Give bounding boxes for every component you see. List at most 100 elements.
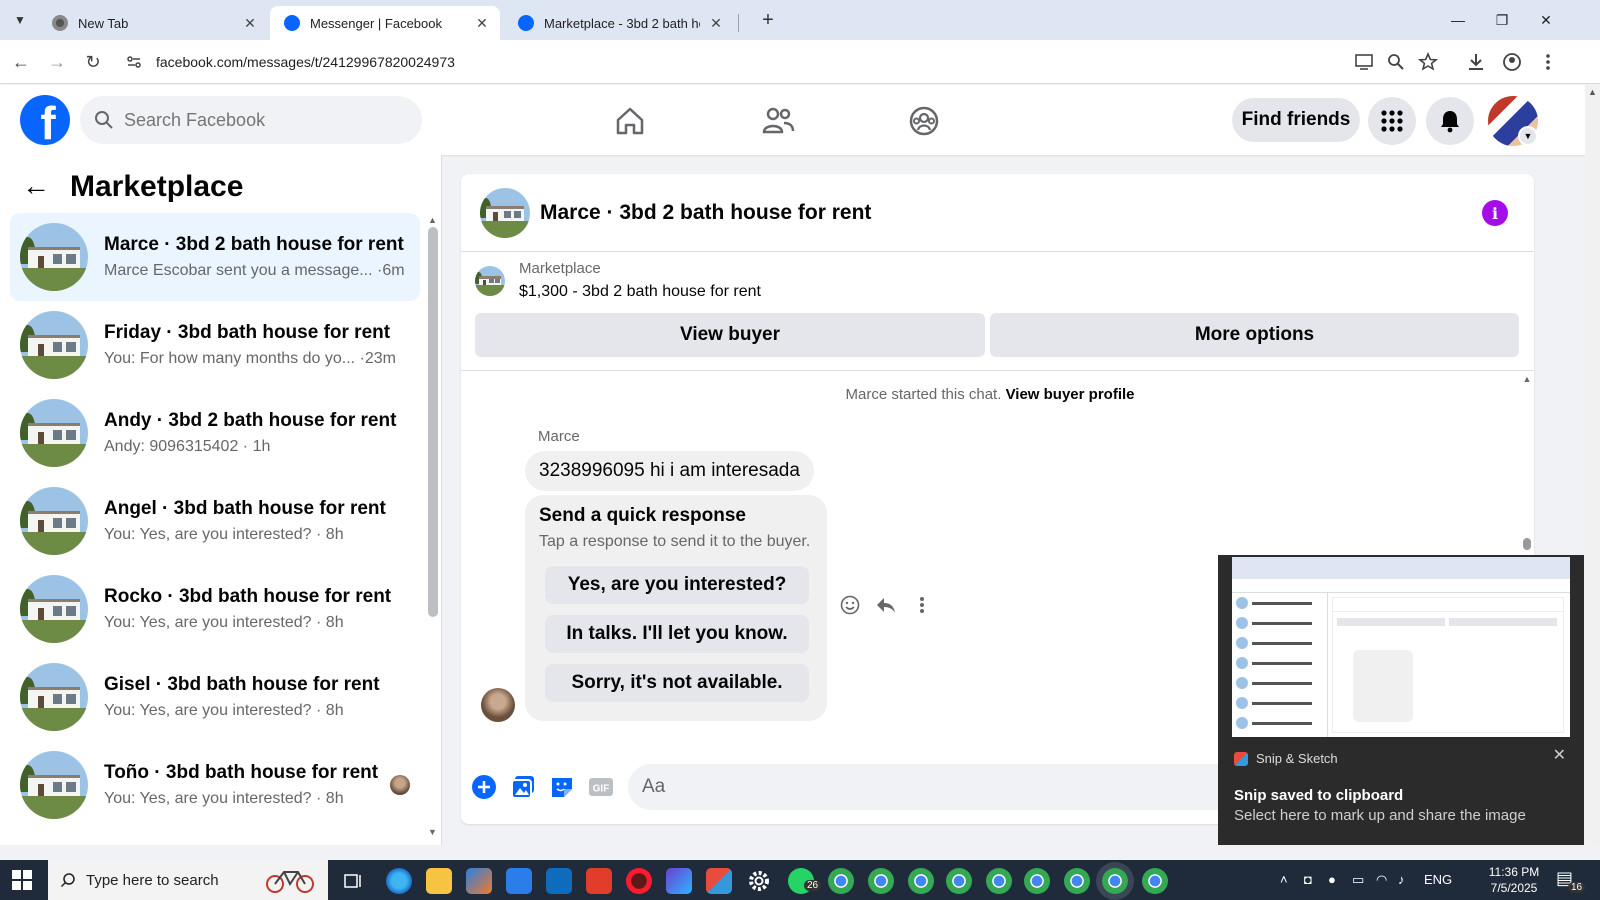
outlook-icon[interactable] xyxy=(546,868,572,894)
reload-icon[interactable]: ↻ xyxy=(80,50,106,76)
tab-search-chevron-icon[interactable]: ▼ xyxy=(8,8,32,32)
quick-response-button[interactable]: In talks. I'll let you know. xyxy=(545,615,809,653)
windows-start-icon[interactable] xyxy=(12,870,32,890)
network-activity-icon[interactable]: ● xyxy=(1328,872,1336,887)
gif-icon[interactable]: GIF xyxy=(588,774,614,800)
edge-icon[interactable] xyxy=(386,868,412,894)
chrome-icon[interactable] xyxy=(1024,868,1050,894)
chat-title[interactable]: Marce · 3bd 2 bath house for rent xyxy=(540,201,871,225)
clock[interactable]: 11:36 PM 7/5/2025 xyxy=(1476,864,1552,896)
battery-icon[interactable]: ▭ xyxy=(1352,872,1364,888)
snip-preview-image[interactable] xyxy=(1232,557,1570,737)
reply-icon[interactable] xyxy=(875,594,897,616)
menu-kebab-icon[interactable] xyxy=(1538,52,1560,74)
photo-gallery-icon[interactable] xyxy=(510,774,536,800)
zoom-icon[interactable] xyxy=(1386,52,1408,74)
download-icon[interactable] xyxy=(1466,52,1488,74)
add-plus-icon[interactable] xyxy=(471,774,497,800)
search-input[interactable] xyxy=(124,109,404,131)
profile-icon[interactable] xyxy=(1502,52,1524,74)
chrome-icon[interactable] xyxy=(1102,868,1128,894)
notifications-bell-icon[interactable] xyxy=(1426,97,1474,145)
chrome-icon[interactable] xyxy=(946,868,972,894)
volume-icon[interactable]: ♪ xyxy=(1398,872,1405,887)
chrome-icon[interactable] xyxy=(868,868,894,894)
scroll-up-arrow-icon[interactable]: ▲ xyxy=(1520,374,1534,384)
task-view-icon[interactable] xyxy=(340,868,366,894)
sender-avatar[interactable] xyxy=(481,688,515,722)
meet-now-icon[interactable]: ◘ xyxy=(1304,872,1312,887)
quick-response-button[interactable]: Yes, are you interested? xyxy=(545,566,809,604)
quick-response-button[interactable]: Sorry, it's not available. xyxy=(545,664,809,702)
chevron-down-icon[interactable]: ▼ xyxy=(1518,126,1538,146)
opera-icon[interactable] xyxy=(626,868,652,894)
friends-icon[interactable] xyxy=(756,99,800,143)
photos-icon[interactable] xyxy=(666,868,692,894)
scroll-thumb[interactable] xyxy=(1523,538,1531,550)
forward-icon[interactable]: → xyxy=(44,50,70,76)
scroll-up-arrow-icon[interactable]: ▲ xyxy=(1585,87,1600,97)
back-arrow-icon[interactable]: ← xyxy=(22,169,58,205)
close-tab-icon[interactable]: ✕ xyxy=(708,15,724,32)
sidebar-scrollbar[interactable] xyxy=(428,227,438,617)
menu-grid-icon[interactable] xyxy=(1368,97,1416,145)
chrome-icon[interactable] xyxy=(908,868,934,894)
settings-gear-icon[interactable] xyxy=(746,868,772,894)
copilot-icon[interactable] xyxy=(466,868,492,894)
wifi-icon[interactable]: ◠ xyxy=(1376,872,1387,888)
close-tab-icon[interactable]: ✕ xyxy=(474,15,490,32)
snip-notification[interactable]: Snip & Sketch ✕ Snip saved to clipboard … xyxy=(1218,555,1584,845)
more-vertical-icon[interactable] xyxy=(911,594,933,616)
conversation-item[interactable]: Gisel · 3bd bath house for rent You: Yes,… xyxy=(10,653,420,741)
chrome-icon[interactable] xyxy=(828,868,854,894)
tab-messenger[interactable]: Messenger | Facebook ✕ xyxy=(270,6,500,40)
tab-marketplace[interactable]: Marketplace - 3bd 2 bath hous ✕ xyxy=(504,6,734,40)
conversation-item[interactable]: Marce · 3bd 2 bath house for rent Marce E… xyxy=(10,213,420,301)
language-indicator[interactable]: ENG xyxy=(1424,872,1452,887)
bicycle-icon xyxy=(264,866,316,894)
minimize-button[interactable]: — xyxy=(1436,6,1480,34)
conversation-item[interactable]: Friday · 3bd bath house for rent You: For… xyxy=(10,301,420,389)
conversation-item[interactable]: Andy · 3bd 2 bath house for rent Andy: 90… xyxy=(10,389,420,477)
facebook-logo-icon[interactable]: f xyxy=(20,95,70,145)
back-icon[interactable]: ← xyxy=(8,50,34,76)
scroll-down-arrow-icon[interactable]: ▼ xyxy=(428,827,437,837)
info-icon[interactable]: i xyxy=(1482,200,1508,226)
page-scrollbar[interactable]: ▲ xyxy=(1585,85,1600,845)
chrome-icon[interactable] xyxy=(1142,868,1168,894)
conversation-item[interactable]: Angel · 3bd bath house for rent You: Yes,… xyxy=(10,477,420,565)
scroll-up-arrow-icon[interactable]: ▲ xyxy=(428,215,437,225)
search-bar[interactable] xyxy=(80,96,422,144)
groups-icon[interactable] xyxy=(902,99,946,143)
tab-new-tab[interactable]: New Tab ✕ xyxy=(38,6,268,40)
react-emoji-icon[interactable] xyxy=(839,594,861,616)
listing-thumbnail[interactable] xyxy=(480,187,530,238)
wps-icon[interactable] xyxy=(586,868,612,894)
close-window-button[interactable]: ✕ xyxy=(1524,6,1568,34)
more-options-button[interactable]: More options xyxy=(990,313,1519,357)
site-info-icon[interactable] xyxy=(122,50,146,74)
find-friends-button[interactable]: Find friends xyxy=(1232,98,1360,142)
chrome-icon[interactable] xyxy=(986,868,1012,894)
sticker-icon[interactable] xyxy=(549,774,575,800)
chat-started-text: Marce started this chat. xyxy=(845,386,1002,403)
new-tab-button[interactable]: + xyxy=(755,8,781,34)
close-icon[interactable]: ✕ xyxy=(1553,745,1566,765)
view-buyer-button[interactable]: View buyer xyxy=(475,313,985,357)
chevron-up-icon[interactable]: ˄ xyxy=(1280,872,1288,887)
conversation-item[interactable]: Rocko · 3bd bath house for rent You: Yes,… xyxy=(10,565,420,653)
close-tab-icon[interactable]: ✕ xyxy=(242,15,258,32)
url-field[interactable]: facebook.com/messages/t/2412996782002497… xyxy=(118,46,1568,78)
file-explorer-icon[interactable] xyxy=(426,868,452,894)
install-app-icon[interactable] xyxy=(1354,52,1376,74)
restore-button[interactable]: ❐ xyxy=(1480,6,1524,34)
chrome-icon[interactable] xyxy=(1064,868,1090,894)
bookmark-star-icon[interactable] xyxy=(1417,51,1440,74)
taskbar-search[interactable]: Type here to search xyxy=(48,860,328,900)
conversation-item[interactable]: Toño · 3bd bath house for rent You: Yes, … xyxy=(10,741,420,829)
home-icon[interactable] xyxy=(608,99,652,143)
view-buyer-profile-link[interactable]: View buyer profile xyxy=(1006,386,1135,403)
store-icon[interactable] xyxy=(506,868,532,894)
snip-sketch-icon[interactable] xyxy=(706,868,732,894)
message-bubble[interactable]: 3238996095 hi i am interesada xyxy=(525,451,814,491)
